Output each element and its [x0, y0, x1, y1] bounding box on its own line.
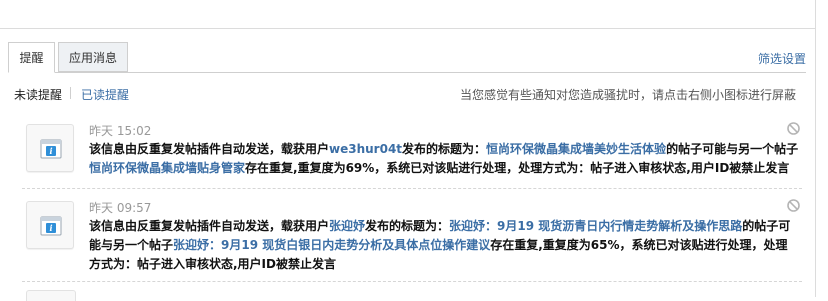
- svg-text:i: i: [49, 146, 52, 156]
- user-link[interactable]: we3hur04t: [329, 142, 402, 156]
- user-link[interactable]: 张迎妤: [329, 219, 365, 233]
- block-icon[interactable]: [787, 122, 800, 135]
- message-text: 该信息由反重复发帖插件自动发送，载获用户: [89, 142, 330, 156]
- notification-message: 该信息由反重复发帖插件自动发送，载获用户张迎妤发布的标题为：张迎妤：9月19 现…: [89, 217, 799, 274]
- notification-time: 昨天 15:02: [89, 124, 152, 138]
- subnav: 未读提醒 已读提醒 当您感觉有些通知对您造成骚扰时，请点击右侧小图标进行屏蔽: [14, 86, 796, 102]
- panel-border: [815, 28, 816, 297]
- notification-time: 昨天 09:57: [89, 201, 152, 215]
- notification-item-partial: [26, 290, 76, 301]
- tab-bar: 提醒 应用消息 筛选设置: [8, 42, 806, 73]
- block-hint-text: 当您感觉有些通知对您造成骚扰时，请点击右侧小图标进行屏蔽: [459, 88, 796, 102]
- read-reminders-link[interactable]: 已读提醒: [81, 86, 129, 103]
- message-text: 的帖子可能与另一个帖子: [666, 142, 799, 156]
- message-text: 发布的标题为：: [365, 219, 450, 233]
- block-icon[interactable]: [787, 199, 800, 212]
- message-text: 存在重复,重复度为69%，系统已对该贴进行处理，处理方式为：帖子进入审核状态,用…: [245, 161, 790, 175]
- svg-text:i: i: [49, 223, 52, 233]
- post-link[interactable]: 张迎妤：9月19 现货白银日内走势分析及具体点位操作建议: [173, 238, 490, 252]
- message-text: 该信息由反重复发帖插件自动发送，载获用户: [89, 219, 330, 233]
- post-link[interactable]: 恒尚环保微晶集成墙贴身管家: [89, 161, 245, 175]
- post-link[interactable]: 张迎妤：9月19 现货沥青日内行情走势解析及操作思路: [449, 219, 742, 233]
- notification-item: i 昨天 09:57 该信息由反重复发帖插件自动发送，载获用户张迎妤发布的标题为…: [22, 195, 802, 282]
- app-notice-icon: i: [26, 124, 74, 172]
- post-link[interactable]: 恒尚环保微晶集成墙美妙生活体验: [486, 142, 666, 156]
- app-notice-icon: i: [26, 201, 74, 249]
- notification-item: i 昨天 15:02 该信息由反重复发帖插件自动发送，载获用户we3hur04t…: [22, 118, 802, 189]
- top-panel-edge: [0, 0, 816, 29]
- notification-message: 该信息由反重复发帖插件自动发送，载获用户we3hur04t发布的标题为：恒尚环保…: [89, 140, 799, 178]
- message-text: 发布的标题为：: [402, 142, 487, 156]
- divider: [70, 87, 71, 99]
- tab-app-messages[interactable]: 应用消息: [58, 42, 128, 72]
- tab-reminders[interactable]: 提醒: [8, 42, 55, 73]
- filter-settings-link[interactable]: 筛选设置: [758, 50, 806, 67]
- unread-reminders-link[interactable]: 未读提醒: [14, 86, 62, 103]
